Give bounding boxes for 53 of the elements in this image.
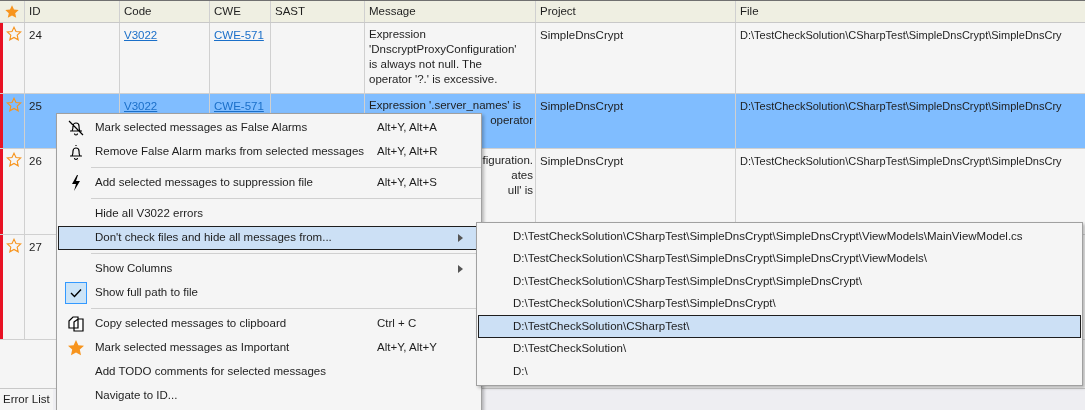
column-header[interactable]: CWE	[210, 1, 271, 22]
table-cell: D:\TestCheckSolution\CSharpTest\SimpleDnsCrypt\SimpleDnsCry	[740, 100, 1062, 112]
column-header[interactable]: Message	[365, 1, 536, 22]
star-icon[interactable]	[5, 26, 22, 42]
message-text: ates	[511, 168, 533, 183]
table-cell: 26	[29, 155, 42, 167]
menu-item[interactable]: Hide all V3022 errors	[58, 202, 480, 226]
star-icon[interactable]	[5, 97, 22, 113]
message-text: operator '?.' is excessive.	[369, 72, 498, 87]
menu-item[interactable]: Mark selected messages as Important Alt+Y, Alt+Y	[58, 336, 480, 360]
column-header[interactable]: File	[736, 1, 1085, 22]
menu-item[interactable]: D:\TestCheckSolution\CSharpTest\SimpleDnsCrypt\	[478, 292, 1081, 315]
table-cell: SimpleDnsCrypt	[540, 29, 624, 41]
column-header[interactable]: ID	[25, 1, 120, 22]
message-text: is always not null. The	[369, 57, 482, 72]
message-text: figuration.	[482, 153, 533, 168]
star-icon	[66, 338, 86, 358]
message-text: operator	[490, 113, 533, 128]
bell-slash-icon	[66, 118, 86, 138]
cwe-link[interactable]: CWE-571	[214, 29, 264, 41]
table-cell: 24	[29, 29, 42, 41]
menu-item[interactable]: Add TODO comments for selected messages	[58, 360, 480, 384]
menu-item[interactable]: Navigate to ID...	[58, 384, 480, 408]
table-cell: 27	[29, 241, 42, 253]
menu-item[interactable]: Show full path to file	[58, 281, 480, 305]
menu-item[interactable]: D:\TestCheckSolution\CSharpTest\	[478, 315, 1081, 338]
table-cell: SimpleDnsCrypt	[540, 100, 624, 112]
star-icon	[4, 3, 20, 20]
menu-item[interactable]: Mark selected messages as False Alarms Alt+Y, Alt+A	[58, 116, 480, 140]
table-cell: SimpleDnsCrypt	[540, 155, 624, 167]
tab[interactable]: Error List	[0, 389, 53, 410]
message-text: Expression	[369, 27, 426, 42]
table-cell: 25	[29, 100, 42, 112]
table-cell: D:\TestCheckSolution\CSharpTest\SimpleDnsCrypt\SimpleDnsCry	[740, 29, 1062, 41]
column-header[interactable]: SAST	[271, 1, 365, 22]
table-row[interactable]: 24 V3022 CWE-571 Expression 'DnscryptProxyConfiguration' is always not null. The operator '?.' is excessive. SimpleDnsCrypt D:\TestCheckSolution\CSharpTest\SimpleDnsCrypt\SimpleDnsCry	[0, 23, 1085, 94]
column-header[interactable]: Code	[120, 1, 210, 22]
column-header[interactable]: Project	[536, 1, 736, 22]
menu-item[interactable]: D:\TestCheckSolution\	[478, 337, 1081, 360]
menu-item[interactable]: Show Columns	[58, 257, 480, 281]
message-text: Expression '.server_names' is	[369, 98, 522, 113]
star-icon[interactable]	[5, 152, 22, 168]
star-icon[interactable]	[5, 238, 22, 254]
copy-icon	[66, 314, 86, 334]
menu-item[interactable]: Add selected messages to suppression file Alt+Y, Alt+S	[58, 171, 480, 195]
menu-item[interactable]: Copy selected messages to clipboard Ctrl + C	[58, 312, 480, 336]
code-link[interactable]: V3022	[124, 29, 158, 41]
table-cell: D:\TestCheckSolution\CSharpTest\SimpleDnsCrypt\SimpleDnsCry	[740, 155, 1062, 167]
menu-item[interactable]: D:\	[478, 360, 1081, 383]
message-text: ull' is	[507, 183, 533, 198]
message-text: 'DnscryptProxyConfiguration'	[369, 42, 517, 57]
menu-item[interactable]: D:\TestCheckSolution\CSharpTest\SimpleDnsCrypt\SimpleDnsCrypt\ViewModels\	[478, 247, 1081, 270]
menu-item[interactable]: D:\TestCheckSolution\CSharpTest\SimpleDnsCrypt\SimpleDnsCrypt\	[478, 270, 1081, 293]
